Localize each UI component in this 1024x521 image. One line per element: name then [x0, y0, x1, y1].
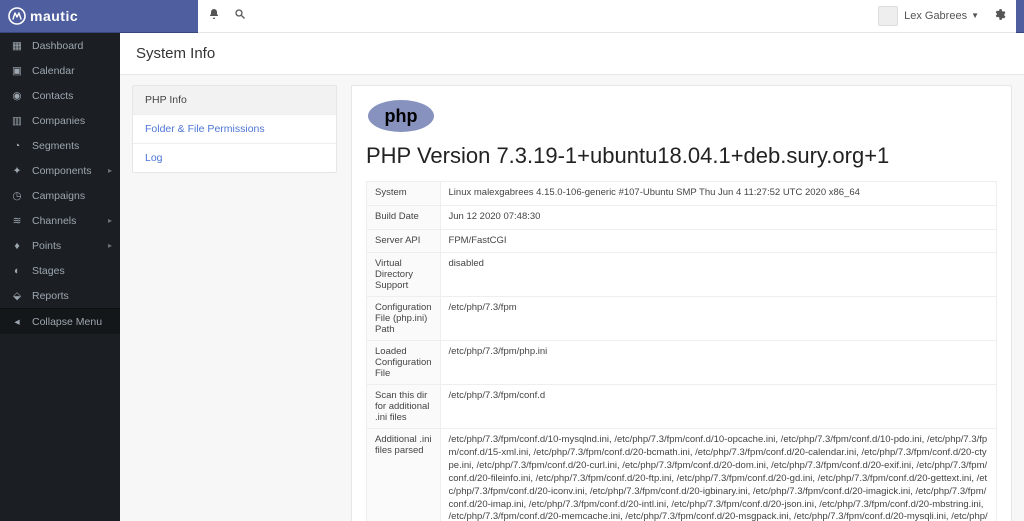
table-row: Scan this dir for additional .ini files/…: [367, 385, 997, 429]
puzzle-icon: ✦: [10, 165, 24, 177]
brand-logo[interactable]: mautic: [8, 7, 78, 25]
chevron-right-icon: ▸: [108, 241, 112, 250]
table-row: Additional .ini files parsed/etc/php/7.3…: [367, 429, 997, 521]
calendar-icon: ▣: [10, 65, 24, 77]
sidebar: ▦Dashboard ▣Calendar ◉Contacts ▥Companie…: [0, 33, 120, 521]
avatar: [878, 6, 898, 26]
info-value: /etc/php/7.3/fpm: [440, 297, 996, 341]
chevron-left-icon: ◂: [10, 316, 24, 328]
sidebar-item-campaigns[interactable]: ◷Campaigns: [0, 183, 120, 208]
info-key: Loaded Configuration File: [367, 341, 441, 385]
info-key: Build Date: [367, 205, 441, 229]
topbar: mautic Lex Gabrees ▼: [0, 0, 1024, 33]
tachometer-icon: ◐: [10, 265, 24, 277]
php-version-title: PHP Version 7.3.19-1+ubuntu18.04.1+deb.s…: [366, 143, 997, 169]
table-row: Loaded Configuration File/etc/php/7.3/fp…: [367, 341, 997, 385]
user-menu[interactable]: Lex Gabrees ▼: [878, 6, 979, 26]
chevron-right-icon: ▸: [108, 216, 112, 225]
collapse-menu[interactable]: ◂Collapse Menu: [0, 308, 120, 334]
clock-icon: ◷: [10, 190, 24, 202]
dashboard-icon: ▦: [10, 40, 24, 52]
tab-folder-permissions[interactable]: Folder & File Permissions: [133, 115, 336, 144]
mautic-logo-icon: [8, 7, 26, 25]
sidebar-item-calendar[interactable]: ▣Calendar: [0, 58, 120, 83]
sidebar-item-channels[interactable]: ≋Channels▸: [0, 208, 120, 233]
search-icon[interactable]: [234, 8, 246, 23]
table-row: SystemLinux malexgabrees 4.15.0-106-gene…: [367, 182, 997, 206]
sidebar-item-dashboard[interactable]: ▦Dashboard: [0, 33, 120, 58]
tab-php-info[interactable]: PHP Info: [133, 86, 336, 115]
sidebar-item-components[interactable]: ✦Components▸: [0, 158, 120, 183]
pie-icon: ◔: [10, 140, 24, 152]
chevron-down-icon: ▼: [971, 11, 979, 20]
tab-log[interactable]: Log: [133, 144, 336, 172]
svg-text:php: php: [385, 106, 418, 126]
info-key: Virtual Directory Support: [367, 253, 441, 297]
info-value: Linux malexgabrees 4.15.0-106-generic #1…: [440, 182, 996, 206]
chevron-right-icon: ▸: [108, 166, 112, 175]
info-key: Configuration File (php.ini) Path: [367, 297, 441, 341]
table-row: Configuration File (php.ini) Path/etc/ph…: [367, 297, 997, 341]
info-value: /etc/php/7.3/fpm/conf.d: [440, 385, 996, 429]
info-value: disabled: [440, 253, 996, 297]
sysinfo-tabs: PHP Info Folder & File Permissions Log: [132, 85, 337, 173]
trophy-icon: ♦: [10, 240, 24, 252]
info-key: Additional .ini files parsed: [367, 429, 441, 521]
notifications-icon[interactable]: [208, 8, 220, 23]
info-value: Jun 12 2020 07:48:30: [440, 205, 996, 229]
settings-icon[interactable]: [993, 8, 1006, 24]
building-icon: ▥: [10, 115, 24, 127]
chart-icon: ⬙: [10, 290, 24, 302]
user-name: Lex Gabrees: [904, 10, 967, 22]
info-value: /etc/php/7.3/fpm/conf.d/10-mysqlnd.ini, …: [440, 429, 996, 521]
php-logo-icon: php: [366, 98, 997, 137]
page-title: System Info: [120, 33, 1024, 75]
table-row: Server APIFPM/FastCGI: [367, 229, 997, 253]
sidebar-item-contacts[interactable]: ◉Contacts: [0, 83, 120, 108]
info-key: Scan this dir for additional .ini files: [367, 385, 441, 429]
table-row: Build DateJun 12 2020 07:48:30: [367, 205, 997, 229]
sidebar-item-segments[interactable]: ◔Segments: [0, 133, 120, 158]
sidebar-item-points[interactable]: ♦Points▸: [0, 233, 120, 258]
sidebar-item-stages[interactable]: ◐Stages: [0, 258, 120, 283]
rss-icon: ≋: [10, 215, 24, 227]
info-key: System: [367, 182, 441, 206]
info-key: Server API: [367, 229, 441, 253]
content-area: System Info PHP Info Folder & File Permi…: [120, 33, 1024, 521]
user-icon: ◉: [10, 90, 24, 102]
brand-label: mautic: [30, 8, 78, 24]
php-info-table: SystemLinux malexgabrees 4.15.0-106-gene…: [366, 181, 997, 521]
sidebar-item-reports[interactable]: ⬙Reports: [0, 283, 120, 308]
sidebar-item-companies[interactable]: ▥Companies: [0, 108, 120, 133]
info-value: /etc/php/7.3/fpm/php.ini: [440, 341, 996, 385]
php-info-panel: php PHP Version 7.3.19-1+ubuntu18.04.1+d…: [351, 85, 1012, 521]
table-row: Virtual Directory Supportdisabled: [367, 253, 997, 297]
info-value: FPM/FastCGI: [440, 229, 996, 253]
